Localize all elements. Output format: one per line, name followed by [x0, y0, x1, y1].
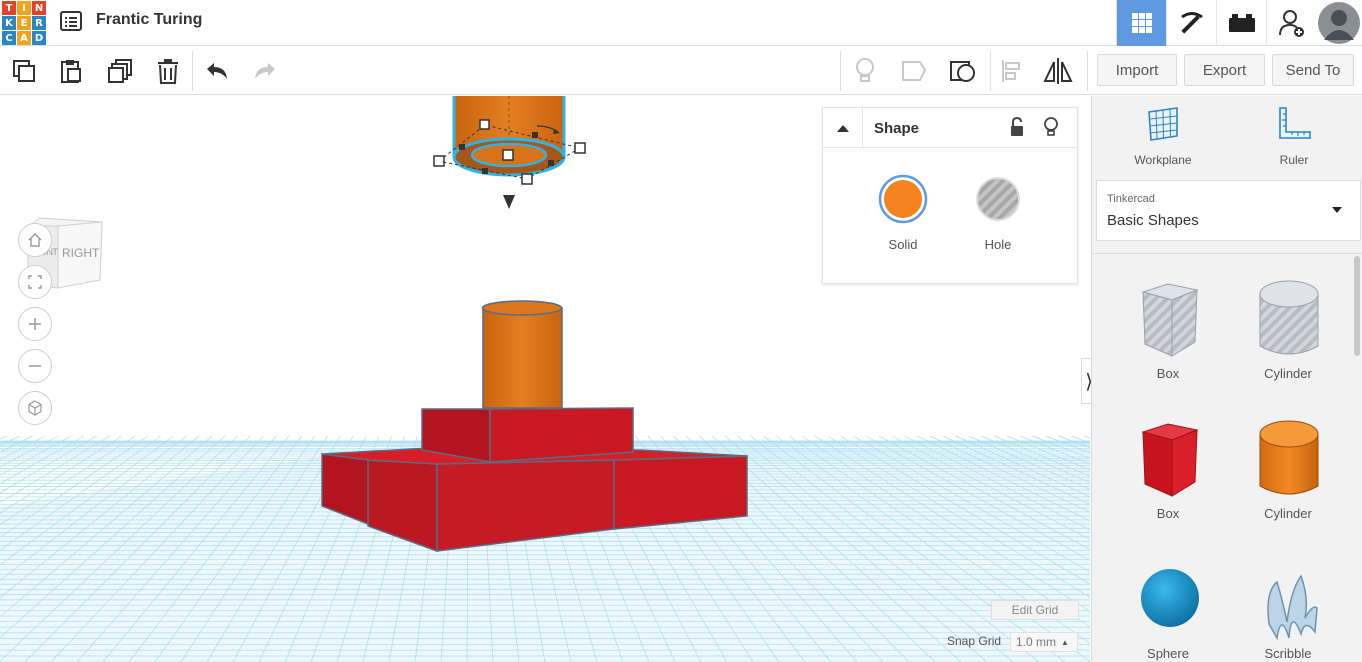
shape-label: Scribble [1264, 646, 1312, 661]
shape-label: Box [1156, 366, 1180, 381]
workplane-icon [1148, 107, 1178, 141]
shape-library-select[interactable]: Tinkercad Basic Shapes [1096, 180, 1361, 241]
ruler-tool[interactable]: Ruler [1244, 106, 1344, 167]
bricks-icon[interactable] [1216, 0, 1266, 46]
solid-option[interactable]: Solid [873, 174, 933, 252]
top-bar: TIN KER CAD Frantic Turing [0, 0, 1362, 46]
logo-letter: D [32, 31, 46, 45]
zoom-in-icon[interactable] [18, 307, 52, 341]
shape-label: Cylinder [1264, 366, 1312, 381]
dropdown-caret-icon [1332, 207, 1342, 213]
ruler-icon [1279, 107, 1311, 139]
hole-swatch[interactable] [973, 174, 1023, 224]
solid-color-swatch[interactable] [878, 174, 928, 224]
shape-scribble[interactable]: Scribble [1228, 552, 1348, 661]
right-sidebar: Workplane Ruler Tinkercad Basic Shapes B… [1091, 96, 1362, 662]
undo-icon[interactable] [202, 56, 232, 86]
snap-grid-select[interactable]: 1.0 mm ▲ [1010, 632, 1078, 652]
add-user-icon[interactable] [1266, 0, 1316, 46]
tinkercad-logo[interactable]: TIN KER CAD [2, 1, 46, 45]
library-category: Tinkercad [1107, 193, 1155, 205]
logo-letter: I [17, 1, 31, 15]
note-shape-icon[interactable] [899, 56, 929, 86]
sphere-blue-icon [1141, 569, 1199, 627]
ruler-label: Ruler [1279, 153, 1309, 167]
fit-view-icon[interactable] [18, 265, 52, 299]
copy-icon[interactable] [9, 56, 39, 86]
zoom-out-icon[interactable] [18, 349, 52, 383]
red-box-top[interactable] [421, 407, 634, 463]
duplicate-icon[interactable] [105, 56, 135, 86]
project-title[interactable]: Frantic Turing [96, 11, 202, 29]
paste-icon[interactable] [56, 56, 86, 86]
shape-inspector-panel: Shape Solid Hole [822, 107, 1078, 284]
shape-sphere[interactable]: Sphere [1108, 552, 1228, 661]
box-hole-icon [1141, 283, 1199, 357]
shape-panel-title: Shape [874, 120, 920, 137]
hole-option[interactable]: Hole [968, 174, 1028, 252]
box-red-icon [1141, 423, 1199, 497]
orange-cylinder-placed[interactable] [481, 300, 563, 409]
view-cube-right[interactable]: RIGHT [62, 246, 99, 260]
snap-grid-label: Snap Grid [947, 634, 1002, 648]
hole-label: Hole [984, 237, 1012, 252]
grid-view-icon[interactable] [1116, 0, 1166, 46]
home-icon[interactable] [18, 223, 52, 257]
export-button[interactable]: Export [1184, 54, 1265, 86]
user-avatar[interactable] [1316, 0, 1362, 46]
delete-icon[interactable] [153, 56, 183, 86]
shape-cylinder[interactable]: Cylinder [1228, 412, 1348, 521]
note-bulb-icon[interactable] [850, 56, 880, 86]
cylinder-orange-icon [1259, 420, 1319, 495]
shape-label: Cylinder [1264, 506, 1312, 521]
shape-box[interactable]: Box [1108, 412, 1228, 521]
library-name: Basic Shapes [1107, 212, 1199, 229]
logo-letter: T [2, 1, 16, 15]
workplane-view-icon[interactable] [948, 56, 978, 86]
workplane-label: Workplane [1134, 153, 1192, 167]
workplane-tool[interactable]: Workplane [1113, 106, 1213, 167]
align-icon[interactable] [996, 56, 1026, 86]
perspective-icon[interactable] [18, 391, 52, 425]
visibility-bulb-icon[interactable] [1043, 116, 1061, 138]
edit-grid-button[interactable]: Edit Grid [991, 600, 1079, 620]
caret-up-icon: ▲ [1061, 637, 1069, 647]
toolbar: Import Export Send To [0, 47, 1362, 95]
lock-icon[interactable] [1009, 116, 1029, 139]
logo-letter: K [2, 16, 16, 30]
logo-letter: N [32, 1, 46, 15]
logo-letter: C [2, 31, 16, 45]
solid-label: Solid [888, 237, 918, 252]
pickaxe-icon[interactable] [1166, 0, 1216, 46]
shape-cylinder-hole[interactable]: Cylinder [1228, 272, 1348, 381]
scribble-icon [1267, 574, 1318, 641]
shape-label: Box [1156, 506, 1180, 521]
snap-grid-value: 1.0 mm [1016, 635, 1057, 649]
redo-icon[interactable] [250, 56, 280, 86]
send-to-button[interactable]: Send To [1272, 54, 1354, 86]
logo-letter: R [32, 16, 46, 30]
sidebar-scrollbar[interactable] [1354, 256, 1360, 356]
shape-label: Sphere [1147, 646, 1189, 661]
selected-cylinder[interactable] [433, 96, 586, 209]
import-button[interactable]: Import [1097, 54, 1177, 86]
cylinder-hole-icon [1259, 280, 1319, 355]
logo-letter: A [17, 31, 31, 45]
project-menu-icon[interactable] [60, 10, 82, 32]
shape-box-hole[interactable]: Box [1108, 272, 1228, 381]
collapse-panel-button[interactable] [823, 108, 863, 148]
logo-letter: E [17, 16, 31, 30]
mirror-icon[interactable] [1043, 56, 1073, 86]
